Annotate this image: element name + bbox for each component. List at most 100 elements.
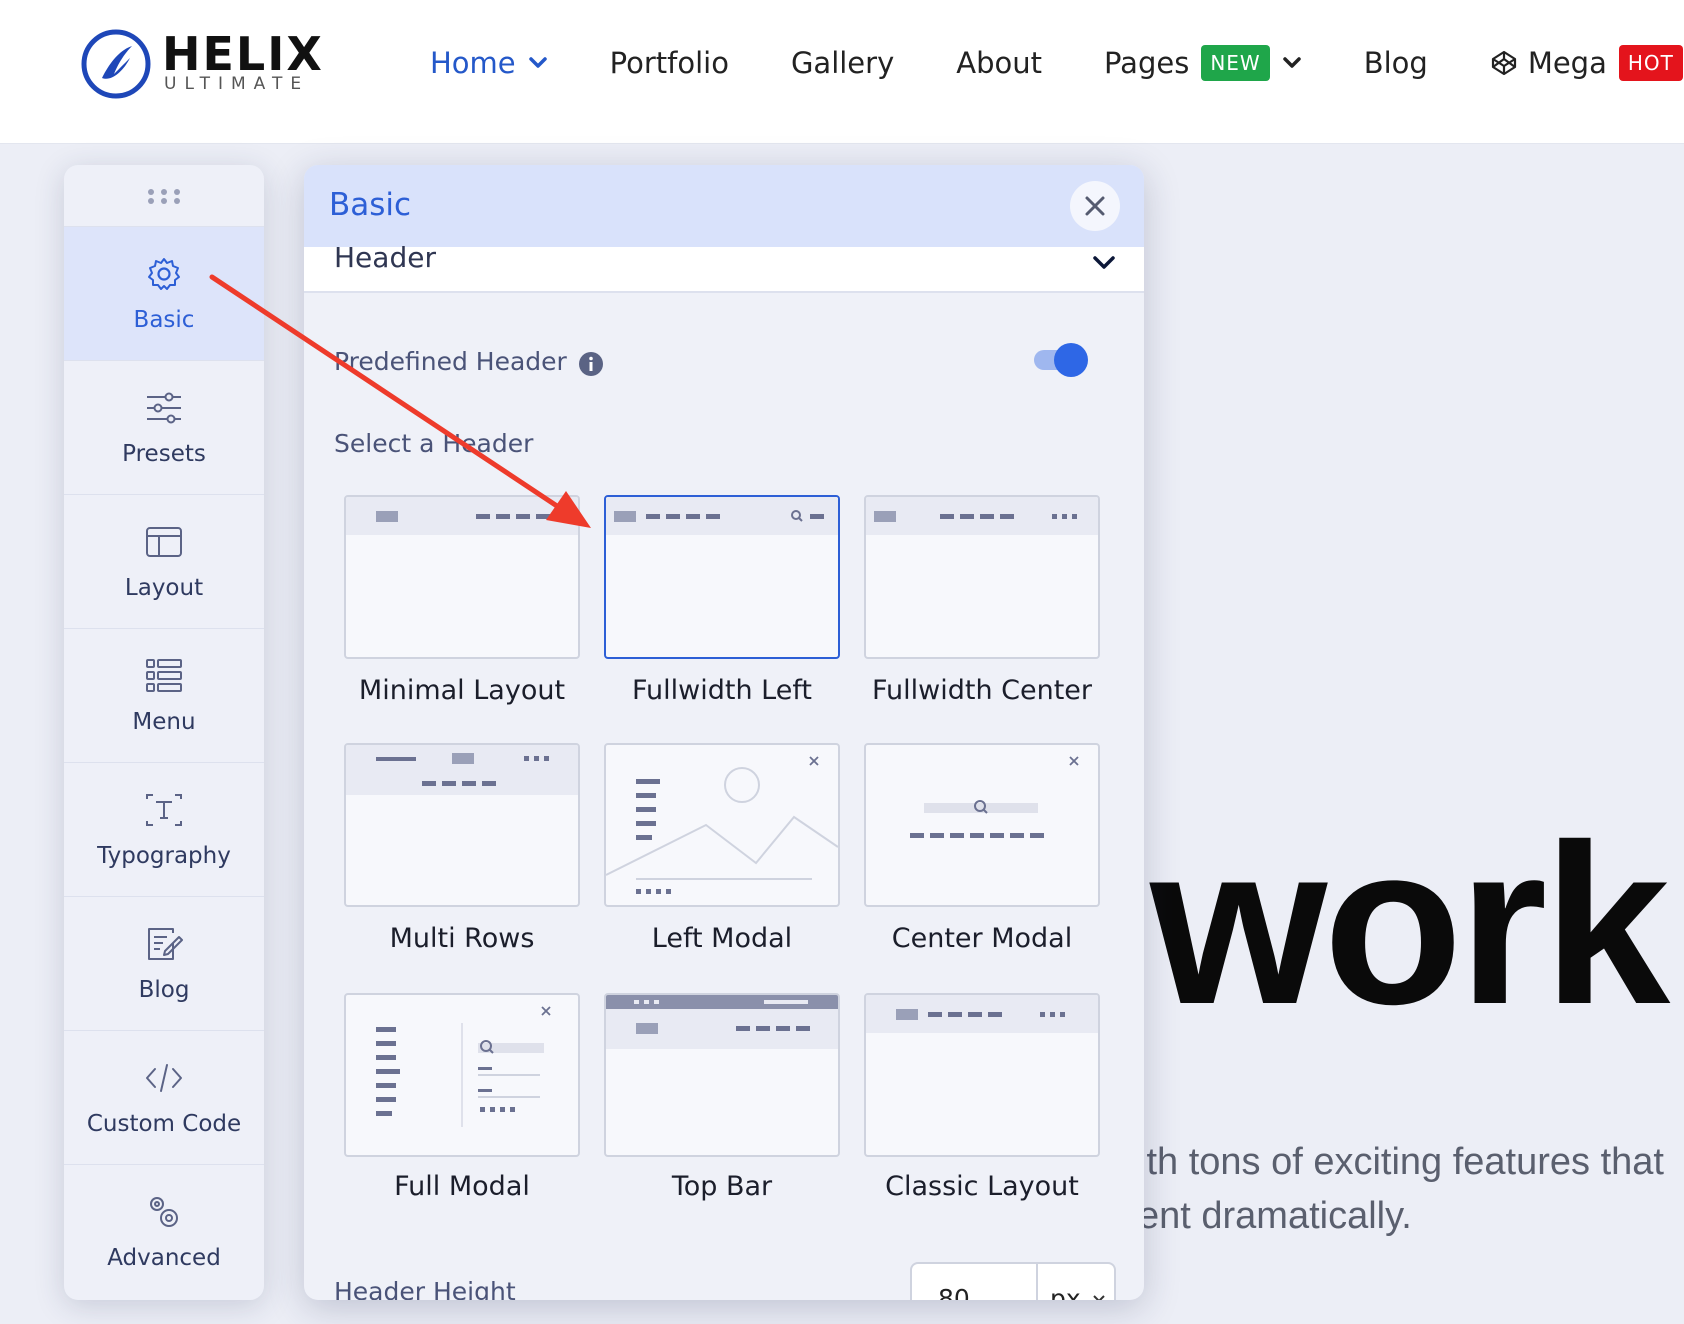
- header-option-fullwidth-left[interactable]: [604, 495, 840, 659]
- drag-handle[interactable]: [64, 165, 264, 227]
- header-option-label: Top Bar: [671, 1171, 773, 1202]
- nav-item-pages[interactable]: Pages NEW: [1104, 38, 1302, 88]
- logo-wordmark: HELIX: [162, 27, 324, 81]
- nav-item-label: Pages: [1104, 46, 1190, 80]
- top-bar-preview-icon: [606, 995, 838, 1049]
- header-option-label: Classic Layout: [885, 1171, 1079, 1202]
- toggle-knob: [1054, 343, 1088, 377]
- predefined-header-label: Predefined Header: [334, 347, 567, 376]
- header-height-field[interactable]: 80 px: [910, 1262, 1116, 1300]
- sidebar-item-label: Basic: [133, 306, 195, 333]
- sidebar-item-label: Menu: [132, 708, 196, 735]
- sidebar-item-label: Blog: [138, 976, 190, 1003]
- blog-edit-icon: [148, 927, 183, 960]
- header-option-left-modal[interactable]: [604, 743, 840, 907]
- sidebar-item-blog[interactable]: Blog: [64, 897, 264, 1031]
- minimal-layout-preview-icon: [346, 497, 578, 535]
- multi-rows-preview-icon: [346, 745, 578, 795]
- sidebar-item-label: Presets: [122, 440, 206, 467]
- sidebar-item-label: Typography: [97, 842, 231, 869]
- code-icon: [146, 1063, 182, 1092]
- hero-subtitle: ith tons of exciting features that ent d…: [1138, 1135, 1684, 1243]
- full-modal-preview-icon: [376, 1006, 551, 1127]
- layout-icon: [146, 526, 182, 557]
- nav-item-label: Home: [430, 46, 516, 80]
- fullwidth-center-preview-icon: [866, 497, 1098, 535]
- nav-item-label: Mega: [1527, 46, 1607, 80]
- panel-header: Basic: [304, 165, 1144, 247]
- nav-item-blog[interactable]: Blog: [1364, 38, 1428, 88]
- section-dropdown-value: Header: [334, 241, 436, 274]
- close-icon: [1085, 196, 1105, 216]
- nav-item-label: Blog: [1363, 46, 1428, 80]
- chevron-down-icon: [1093, 256, 1115, 269]
- header-option-top-bar[interactable]: [604, 993, 840, 1157]
- new-badge: NEW: [1201, 45, 1270, 81]
- header-option-minimal-layout[interactable]: [344, 495, 580, 659]
- sidebar-item-presets[interactable]: Presets: [64, 361, 264, 495]
- nav-item-mega[interactable]: Mega HOT: [1490, 38, 1684, 88]
- panel-title: Basic: [329, 187, 412, 223]
- chevron-down-icon: [528, 57, 547, 68]
- predefined-header-toggle[interactable]: [1030, 341, 1088, 377]
- logo-subtitle: ULTIMATE: [164, 74, 310, 94]
- section-dropdown[interactable]: Header: [304, 241, 1144, 293]
- drag-dots-icon: [148, 188, 180, 204]
- helix-logo-icon: [81, 29, 151, 99]
- codepen-icon: [1491, 50, 1516, 76]
- header-height-label: Header Height: [334, 1277, 516, 1300]
- select-header-label: Select a Header: [334, 429, 534, 458]
- header-height-value[interactable]: 80: [938, 1284, 970, 1300]
- header-option-fullwidth-center[interactable]: [864, 495, 1100, 659]
- header-option-center-modal[interactable]: [864, 743, 1100, 907]
- field-divider: [1036, 1264, 1038, 1300]
- header-option-full-modal[interactable]: [344, 993, 580, 1157]
- hero-subtitle-line: ith tons of exciting features that: [1138, 1141, 1664, 1183]
- nav-item-label: Portfolio: [609, 46, 729, 80]
- header-option-label: Multi Rows: [389, 923, 535, 954]
- sidebar-item-advanced[interactable]: Advanced: [64, 1165, 264, 1299]
- chevron-down-icon: [1282, 57, 1301, 68]
- header-option-label: Left Modal: [651, 923, 793, 954]
- nav-item-portfolio[interactable]: Portfolio: [610, 38, 729, 88]
- sidebar-item-basic[interactable]: Basic: [64, 227, 264, 361]
- nav-item-gallery[interactable]: Gallery: [791, 38, 894, 88]
- header-option-label: Full Modal: [394, 1171, 530, 1202]
- center-modal-preview-icon: [910, 756, 1079, 838]
- nav-item-label: About: [956, 46, 1042, 80]
- sidebar-item-label: Custom Code: [86, 1110, 242, 1137]
- menu-list-icon: [146, 658, 182, 692]
- header-option-multi-rows[interactable]: [344, 743, 580, 907]
- hero-heading: work: [1150, 798, 1670, 1052]
- sidebar-item-label: Layout: [124, 574, 204, 601]
- hero-subtitle-line: ent dramatically.: [1138, 1195, 1412, 1237]
- sliders-icon: [147, 392, 181, 423]
- sidebar-item-label: Advanced: [107, 1245, 221, 1271]
- sidebar-item-layout[interactable]: Layout: [64, 495, 264, 629]
- sidebar-item-typography[interactable]: Typography: [64, 763, 264, 897]
- typography-icon: [146, 793, 182, 826]
- site-logo[interactable]: HELIX ULTIMATE: [80, 26, 322, 102]
- header-option-label: Minimal Layout: [358, 675, 566, 706]
- fullwidth-left-preview-icon: [606, 497, 838, 535]
- gear-icon: [148, 257, 180, 290]
- main-nav: Home Portfolio Gallery About Pages NEW B…: [430, 38, 1684, 88]
- classic-layout-preview-icon: [866, 995, 1098, 1033]
- site-header: HELIX ULTIMATE Home Portfolio Gallery Ab…: [0, 0, 1684, 144]
- nav-item-home[interactable]: Home: [430, 38, 548, 88]
- hot-badge: HOT: [1618, 45, 1683, 81]
- settings-panel: Basic Header Predefined Header Select a …: [304, 165, 1144, 1300]
- chevron-down-icon: [1093, 1295, 1105, 1300]
- header-option-label: Fullwidth Center: [871, 675, 1093, 706]
- close-button[interactable]: [1070, 181, 1120, 231]
- customizer-sidebar: Basic Presets Layout Menu Typography Blo…: [64, 165, 264, 1300]
- nav-item-label: Gallery: [790, 46, 895, 80]
- nav-item-about[interactable]: About: [956, 38, 1042, 88]
- header-option-classic-layout[interactable]: [864, 993, 1100, 1157]
- info-icon[interactable]: [578, 351, 604, 377]
- sidebar-item-custom-code[interactable]: Custom Code: [64, 1031, 264, 1165]
- advanced-gears-icon: [150, 1197, 178, 1227]
- sidebar-item-menu[interactable]: Menu: [64, 629, 264, 763]
- header-height-unit[interactable]: px: [1050, 1284, 1081, 1300]
- header-option-label: Fullwidth Left: [632, 675, 812, 706]
